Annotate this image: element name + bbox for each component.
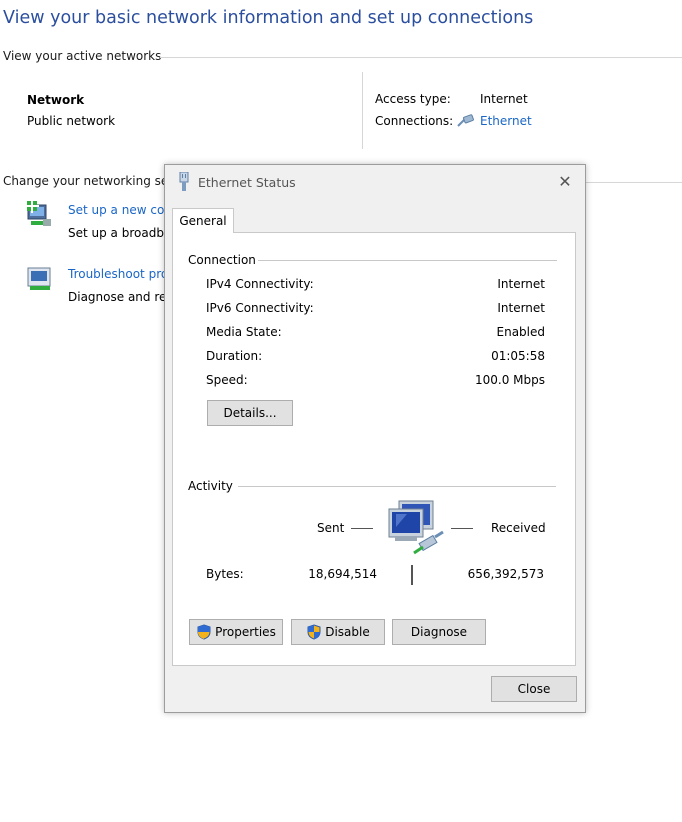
duration-value: 01:05:58: [491, 349, 545, 363]
ipv6-label: IPv6 Connectivity:: [206, 301, 314, 315]
media-state-value: Enabled: [496, 325, 546, 339]
close-button[interactable]: Close: [491, 676, 577, 702]
uac-shield-icon: [197, 624, 211, 640]
bytes-sent-value: 18,694,514: [308, 567, 377, 581]
duration-label: Duration:: [206, 349, 263, 363]
sent-line: [351, 528, 373, 529]
received-label: Received: [491, 521, 546, 535]
details-button[interactable]: Details...: [207, 400, 293, 426]
sent-label: Sent: [317, 521, 345, 535]
change-settings-label: Change your networking set: [3, 174, 173, 188]
ethernet-plug-icon: [179, 172, 189, 191]
bytes-received-value: 656,392,573: [467, 567, 544, 581]
troubleshoot-desc: Diagnose and re: [68, 290, 167, 304]
speed-value: 100.0 Mbps: [474, 373, 545, 387]
properties-label: Properties: [215, 625, 276, 639]
activity-group-label: Activity: [188, 479, 233, 493]
section-divider: [160, 57, 682, 58]
page-title: View your basic network information and …: [3, 8, 534, 28]
close-icon[interactable]: ✕: [554, 171, 576, 193]
ethernet-status-dialog: Ethernet Status ✕ General Connection IPv…: [164, 164, 586, 713]
bytes-divider: [411, 565, 413, 585]
section-divider-2: [584, 182, 682, 183]
setup-connection-link[interactable]: Set up a new co: [68, 203, 164, 217]
ipv4-label: IPv4 Connectivity:: [206, 277, 314, 291]
active-networks-label: View your active networks: [3, 49, 162, 63]
ethernet-cable-icon: [457, 114, 474, 127]
general-panel: [172, 232, 576, 666]
connection-group-label: Connection: [188, 253, 256, 267]
setup-connection-desc: Set up a broadb: [68, 226, 164, 240]
access-type-value: Internet: [480, 92, 528, 106]
network-name: Network: [27, 93, 85, 107]
troubleshoot-link[interactable]: Troubleshoot pro: [68, 267, 168, 281]
diagnose-button[interactable]: Diagnose: [392, 619, 486, 645]
connection-group-line: [258, 260, 557, 261]
troubleshoot-icon: [27, 267, 51, 290]
dialog-title: Ethernet Status: [198, 175, 296, 190]
received-line: [451, 528, 473, 529]
media-state-label: Media State:: [206, 325, 282, 339]
ipv6-value: Internet: [497, 301, 545, 315]
disable-label: Disable: [325, 625, 370, 639]
ipv4-value: Internet: [497, 277, 545, 291]
properties-button[interactable]: Properties: [189, 619, 283, 645]
access-type-label: Access type:: [375, 92, 451, 106]
connections-label: Connections:: [375, 114, 454, 128]
uac-shield-icon: [307, 624, 321, 640]
activity-group-line: [238, 486, 556, 487]
ethernet-link[interactable]: Ethernet: [480, 114, 532, 128]
speed-label: Speed:: [206, 373, 248, 387]
tab-general[interactable]: General: [172, 208, 234, 233]
setup-connection-icon: [25, 199, 51, 226]
network-computers-icon: [388, 500, 444, 555]
column-divider: [362, 72, 363, 149]
network-type: Public network: [27, 114, 116, 128]
bytes-label: Bytes:: [206, 567, 244, 581]
disable-button[interactable]: Disable: [291, 619, 385, 645]
